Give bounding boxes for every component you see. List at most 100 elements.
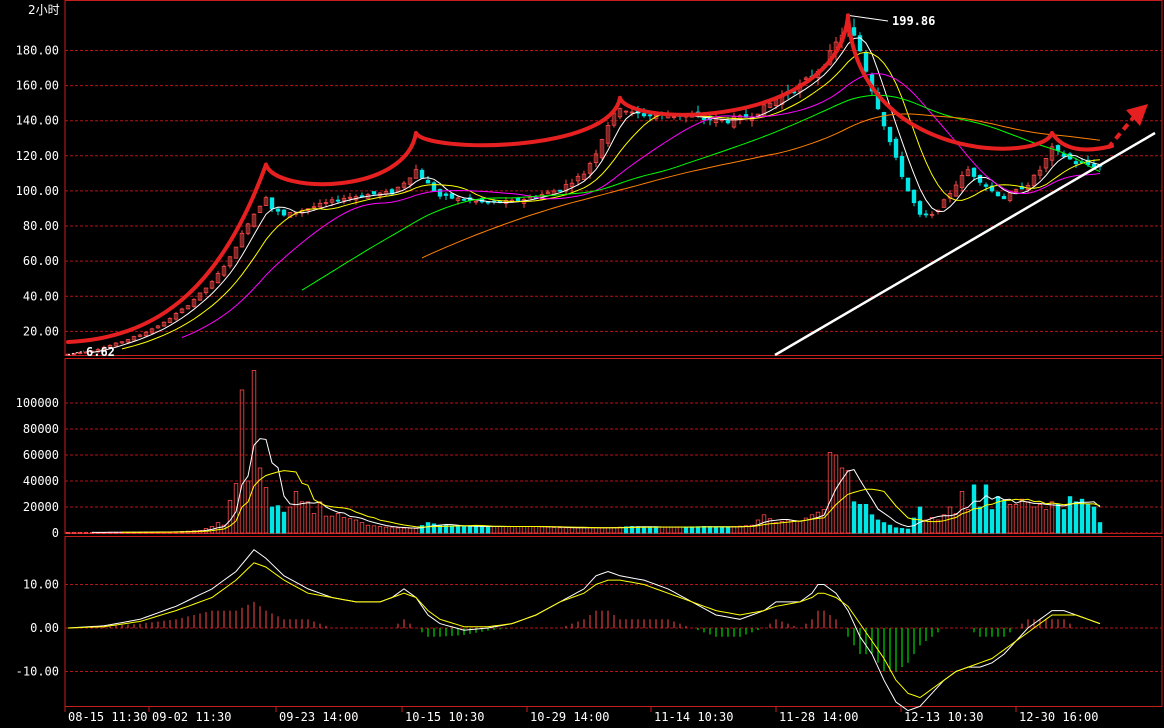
trend-arrow-head xyxy=(1126,104,1148,126)
volume-bar xyxy=(341,517,347,534)
candle-body xyxy=(983,184,989,187)
volume-tick-label: 40000 xyxy=(23,474,59,488)
x-axis-labels: 08-15 11:30 09-02 11:30 09-23 14:00 10-15 1… xyxy=(64,706,1098,724)
ma-line xyxy=(91,37,1101,353)
candle-body xyxy=(977,174,983,183)
volume-bar xyxy=(809,514,815,534)
high-label-leader xyxy=(849,15,889,22)
volume-bar xyxy=(317,501,323,534)
macd-tick-label: -10.00 xyxy=(16,665,59,679)
volume-bar xyxy=(311,513,317,534)
volume-bar xyxy=(833,454,839,534)
volume-bar xyxy=(845,470,851,534)
volume-bar xyxy=(713,526,719,534)
candle-body xyxy=(887,126,893,143)
macd-dif-line xyxy=(67,549,1101,712)
volume-bar xyxy=(827,451,833,534)
volume-bar xyxy=(983,484,989,534)
candle-body xyxy=(647,114,653,117)
candle-body xyxy=(461,198,467,201)
candle-body xyxy=(515,197,521,202)
x-tick-label: 09-23 14:00 xyxy=(279,710,358,724)
volume-bar xyxy=(275,505,281,534)
y-axis-labels: 20.00 40.00 60.00 80.00 100.00 120.00 140.00 16… xyxy=(16,43,59,678)
price-tick-label: 160.00 xyxy=(16,79,59,93)
volume-tick-label: 0 xyxy=(52,526,59,540)
volume-bar xyxy=(491,526,497,534)
candle-body xyxy=(1091,163,1097,168)
x-tick-label: 11-28 14:00 xyxy=(779,710,858,724)
support-trend-line xyxy=(774,131,1156,357)
volume-ma-line xyxy=(92,438,1101,533)
volume-bar xyxy=(1031,506,1037,534)
candle-body xyxy=(893,138,899,158)
resistance-arc xyxy=(618,13,850,117)
volume-bar xyxy=(1079,498,1085,534)
candle-body xyxy=(863,51,869,72)
volume-bar xyxy=(1013,503,1019,534)
volume-bar xyxy=(365,524,371,534)
volume-bar xyxy=(1001,500,1007,534)
price-tick-label: 20.00 xyxy=(23,324,59,338)
candle-body xyxy=(269,197,275,210)
volume-bar xyxy=(875,519,881,534)
volume-bar xyxy=(263,487,269,534)
volume-bar xyxy=(1019,498,1025,534)
volume-bar xyxy=(569,527,575,534)
volume-bar xyxy=(377,526,383,534)
period-label: 2小时 xyxy=(28,3,60,17)
volume-bar xyxy=(893,527,899,534)
candle-body xyxy=(275,208,281,212)
volume-bar xyxy=(1055,503,1061,534)
price-tick-label: 100.00 xyxy=(16,184,59,198)
volume-bar xyxy=(281,511,287,534)
volume-bar xyxy=(527,526,533,534)
x-tick-label: 11-14 10:30 xyxy=(654,710,733,724)
candle-body xyxy=(905,177,911,192)
candle-body xyxy=(971,167,977,177)
volume-bar xyxy=(881,522,887,534)
volume-bar xyxy=(1067,496,1073,534)
volume-bar xyxy=(299,501,305,534)
volume-bar xyxy=(869,514,875,534)
volume-bar xyxy=(545,526,551,534)
volume-bar xyxy=(947,506,953,534)
volume-bar xyxy=(335,513,341,534)
macd-tick-label: 0.00 xyxy=(30,621,59,635)
candle-body xyxy=(437,189,443,197)
high-price-label: 199.86 xyxy=(892,14,935,28)
macd-indicator xyxy=(67,549,1101,712)
candle-body xyxy=(425,179,431,184)
candle-body xyxy=(1055,145,1061,151)
volume-bar xyxy=(479,526,485,534)
volume-bar xyxy=(941,514,947,534)
candle-body xyxy=(335,199,341,202)
volume-bar xyxy=(1061,509,1067,534)
volume-bar xyxy=(653,526,659,534)
candle-body xyxy=(881,112,887,127)
resistance-arc xyxy=(846,13,1054,151)
candle-body xyxy=(701,117,707,120)
resistance-arc xyxy=(264,130,418,187)
volume-bar xyxy=(287,506,293,534)
volume-bar xyxy=(1097,522,1103,534)
candle-body xyxy=(449,193,455,199)
volume-bar xyxy=(359,522,365,534)
volume-bar xyxy=(395,527,401,534)
volume-bar xyxy=(497,526,503,534)
candle-body xyxy=(851,27,857,36)
volume-bar xyxy=(551,527,557,534)
volume-bar xyxy=(257,467,263,534)
volume-bar xyxy=(755,519,761,534)
candle-body xyxy=(1073,161,1079,165)
volume-bar xyxy=(503,526,509,534)
volume-bar xyxy=(683,526,689,534)
volume-tick-label: 60000 xyxy=(23,448,59,462)
volume-bar xyxy=(599,527,605,534)
volume-bar xyxy=(695,526,701,534)
volume-bar xyxy=(665,526,671,534)
volume-bar xyxy=(1007,503,1013,534)
volume-bar xyxy=(233,483,239,534)
volume-tick-label: 100000 xyxy=(16,396,59,410)
price-tick-label: 40.00 xyxy=(23,289,59,303)
